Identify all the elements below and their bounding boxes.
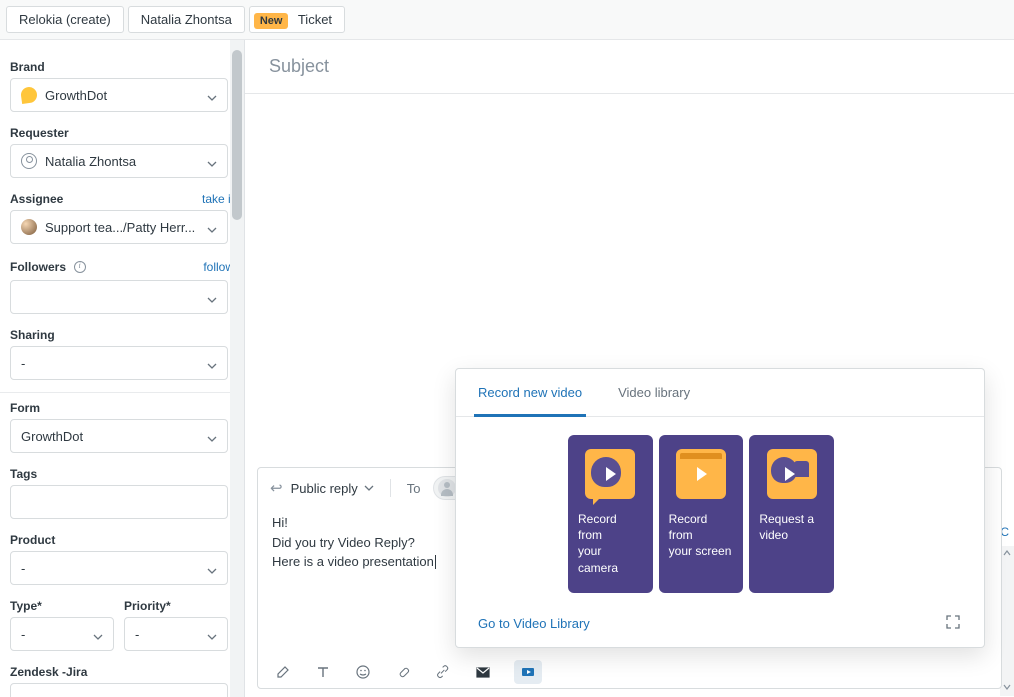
sidebar-scrollbar-track[interactable]	[230, 40, 244, 697]
popup-footer: Go to Video Library	[456, 601, 984, 647]
product-value: -	[21, 561, 25, 576]
emoji-icon[interactable]	[354, 663, 372, 681]
chevron-down-icon	[207, 223, 217, 238]
card-label-line: Record from	[578, 511, 643, 543]
editor-toolbar	[258, 652, 1001, 688]
requester-select[interactable]: Natalia Zhontsa	[10, 144, 228, 178]
new-badge: New	[254, 13, 289, 29]
sharing-label: Sharing	[10, 328, 55, 342]
brand-value: GrowthDot	[45, 88, 107, 103]
reply-arrow-icon: ↩	[270, 479, 283, 497]
expand-icon[interactable]	[946, 615, 962, 631]
card-label-line: Request a	[759, 511, 824, 527]
window-tabs: Relokia (create) Natalia Zhontsa New Tic…	[0, 0, 1014, 40]
zendesk-jira-value: -	[21, 693, 25, 697]
product-select[interactable]: -	[10, 551, 228, 585]
to-label: To	[407, 481, 421, 496]
tab-record-new-video[interactable]: Record new video	[478, 369, 582, 416]
request-illustration-icon	[767, 449, 817, 499]
reply-type-label: Public reply	[291, 481, 358, 496]
growthdot-icon	[20, 86, 38, 104]
user-icon	[21, 153, 37, 169]
chevron-down-icon	[207, 564, 217, 579]
type-label: Type*	[10, 599, 42, 613]
compose-icon[interactable]	[274, 663, 292, 681]
card-label-line: your screen	[669, 543, 734, 559]
zendesk-jira-select[interactable]: -	[10, 683, 228, 697]
brand-label: Brand	[10, 60, 45, 74]
card-label-line: your camera	[578, 543, 643, 575]
form-value: GrowthDot	[21, 429, 83, 444]
zendesk-jira-label: Zendesk -Jira	[10, 665, 87, 679]
chevron-down-icon	[364, 483, 374, 493]
scroll-down-icon[interactable]	[1000, 680, 1014, 694]
assignee-select[interactable]: Support tea.../Patty Herr...	[10, 210, 228, 244]
form-select[interactable]: GrowthDot	[10, 419, 228, 453]
tab-relokia[interactable]: Relokia (create)	[6, 6, 124, 33]
sharing-select[interactable]: -	[10, 346, 228, 380]
record-from-camera-card[interactable]: Record from your camera	[568, 435, 653, 593]
subject-input[interactable]	[269, 56, 990, 77]
subject-row	[245, 40, 1014, 94]
priority-value: -	[135, 627, 139, 642]
video-reply-popup: Record new video Video library Record fr…	[455, 368, 985, 648]
attachment-icon[interactable]	[394, 663, 412, 681]
popup-cards: Record from your camera Record from your…	[546, 417, 856, 601]
chevron-down-icon	[207, 359, 217, 374]
record-from-screen-card[interactable]: Record from your screen	[659, 435, 744, 593]
text-format-icon[interactable]	[314, 663, 332, 681]
video-reply-icon[interactable]	[514, 660, 542, 684]
tags-input[interactable]	[10, 485, 228, 519]
link-icon[interactable]	[434, 663, 452, 681]
info-icon	[74, 261, 86, 273]
card-label-line: Record from	[669, 511, 734, 543]
ticket-sidebar: Brand GrowthDot Requester Natalia Zhonts…	[0, 40, 245, 697]
priority-label: Priority*	[124, 599, 171, 613]
type-value: -	[21, 627, 25, 642]
chevron-down-icon	[93, 630, 103, 645]
camera-illustration-icon	[585, 449, 635, 499]
chevron-down-icon	[207, 293, 217, 308]
sharing-value: -	[21, 356, 25, 371]
tab-new-label: Ticket	[298, 12, 332, 27]
scroll-up-icon[interactable]	[1000, 546, 1014, 560]
card-label-line: video	[759, 527, 824, 543]
tab-natalia[interactable]: Natalia Zhontsa	[128, 6, 245, 33]
priority-select[interactable]: -	[124, 617, 228, 651]
chevron-down-icon	[207, 91, 217, 106]
chevron-down-icon	[207, 432, 217, 447]
tab-video-library[interactable]: Video library	[618, 369, 690, 416]
product-label: Product	[10, 533, 55, 547]
followers-label: Followers	[10, 260, 66, 274]
avatar-icon	[21, 219, 37, 235]
requester-value: Natalia Zhontsa	[45, 154, 136, 169]
type-select[interactable]: -	[10, 617, 114, 651]
content-scrollbar[interactable]	[1000, 546, 1014, 696]
reply-type-dropdown[interactable]: Public reply	[291, 481, 374, 496]
screen-illustration-icon	[676, 449, 726, 499]
tab-new-ticket[interactable]: New Ticket	[249, 6, 345, 33]
assignee-value: Support tea.../Patty Herr...	[45, 220, 195, 235]
go-to-video-library-link[interactable]: Go to Video Library	[478, 616, 590, 631]
followers-select[interactable]	[10, 280, 228, 314]
email-icon[interactable]	[474, 663, 492, 681]
chevron-down-icon	[207, 630, 217, 645]
request-a-video-card[interactable]: Request a video	[749, 435, 834, 593]
form-label: Form	[10, 401, 40, 415]
sidebar-scrollbar-thumb[interactable]	[232, 50, 242, 220]
requester-label: Requester	[10, 126, 69, 140]
tags-label: Tags	[10, 467, 37, 481]
divider	[390, 479, 391, 497]
divider	[0, 392, 244, 393]
assignee-label: Assignee	[10, 192, 63, 206]
popup-tabs: Record new video Video library	[456, 369, 984, 417]
brand-select[interactable]: GrowthDot	[10, 78, 228, 112]
chevron-down-icon	[207, 157, 217, 172]
avatar-icon	[438, 479, 456, 497]
text-cursor	[435, 555, 436, 569]
